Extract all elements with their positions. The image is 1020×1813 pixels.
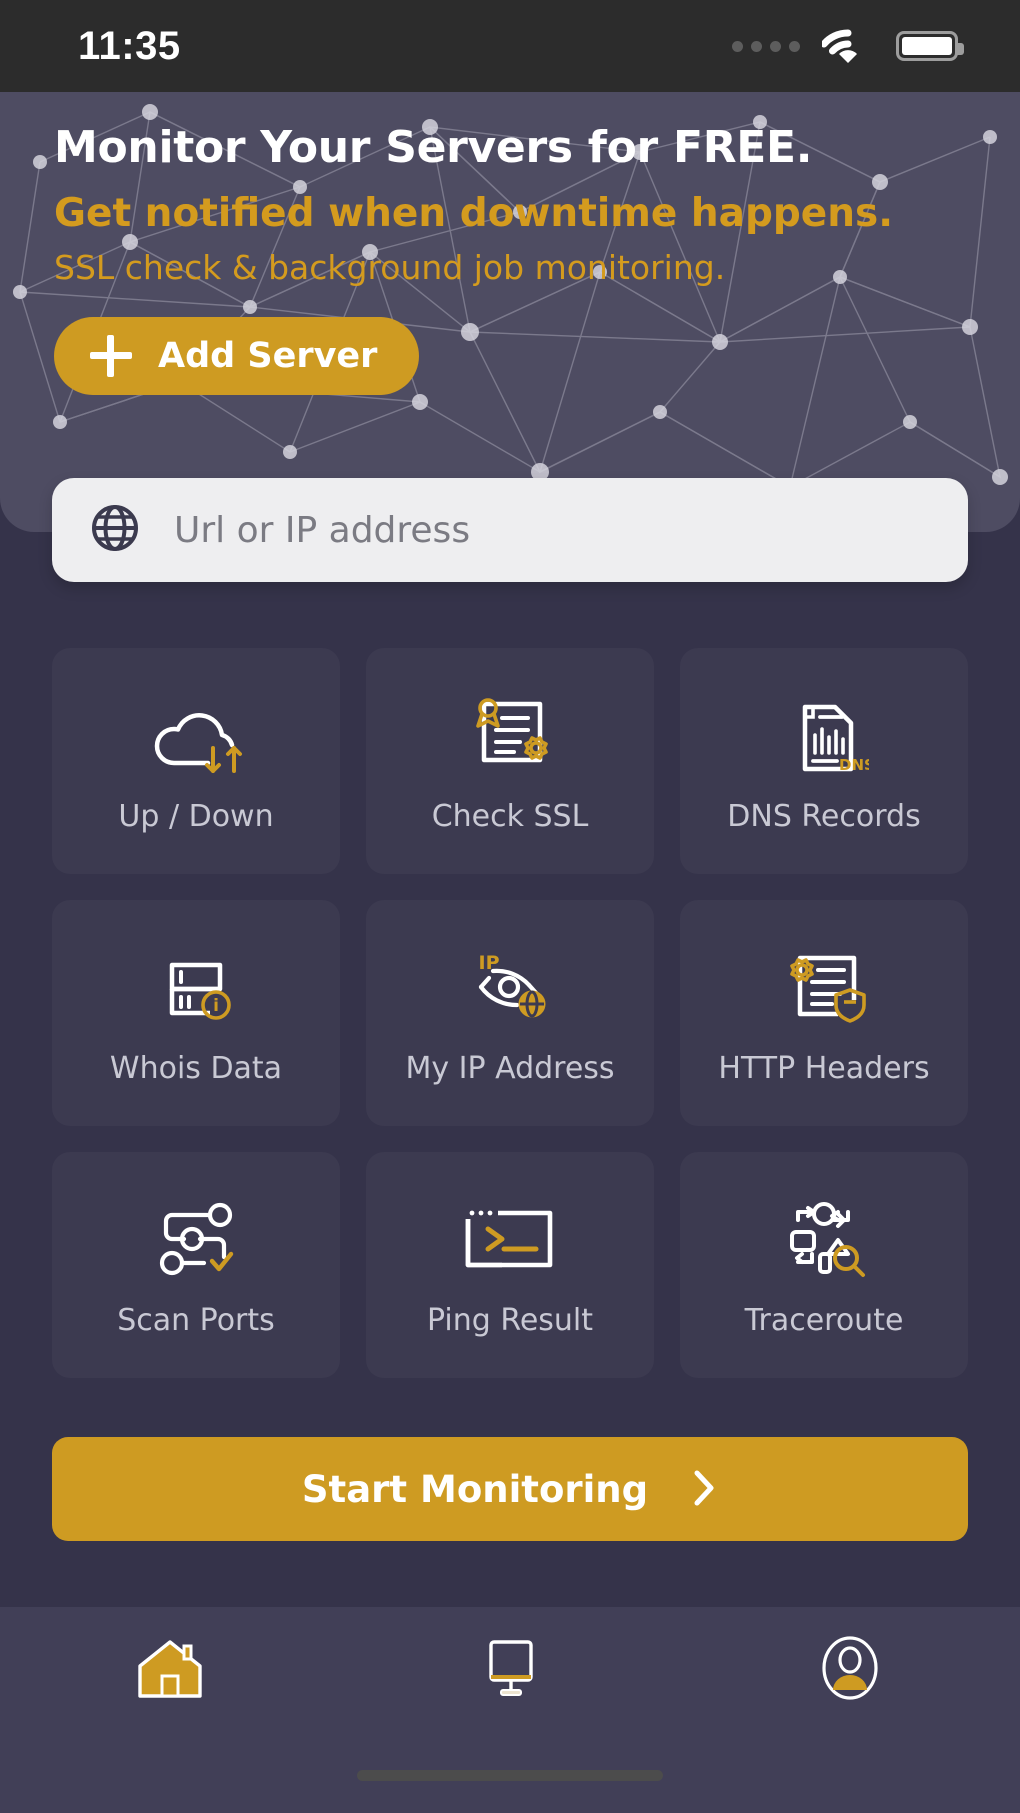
status-bar: 11:35 xyxy=(0,0,1020,92)
cloud-up-down-icon xyxy=(142,689,250,781)
feature-card-whois-data[interactable]: i Whois Data xyxy=(52,900,340,1126)
home-icon xyxy=(134,1634,206,1706)
feature-label: Scan Ports xyxy=(117,1302,275,1338)
feature-card-my-ip-address[interactable]: IP My IP Address xyxy=(366,900,654,1126)
feature-label: Whois Data xyxy=(109,1050,283,1086)
feature-card-check-ssl[interactable]: Check SSL xyxy=(366,648,654,874)
chevron-right-icon xyxy=(692,1468,718,1511)
app-screen: 11:35 Monitor Your Servers for FREE. Get… xyxy=(0,0,1020,1813)
feature-card-dns-records[interactable]: DNS DNS Records xyxy=(680,648,968,874)
document-gear-shield-icon xyxy=(776,941,872,1033)
feature-label: Up / Down xyxy=(118,798,274,834)
feature-label: Check SSL xyxy=(431,798,589,834)
plus-icon xyxy=(90,335,132,377)
nav-item-profile[interactable] xyxy=(680,1607,1020,1733)
start-monitoring-label: Start Monitoring xyxy=(301,1467,649,1511)
monitor-icon xyxy=(475,1634,545,1706)
add-server-button[interactable]: Add Server xyxy=(54,317,420,395)
hero-banner: Monitor Your Servers for FREE. Get notif… xyxy=(0,92,1020,532)
add-server-label: Add Server xyxy=(158,336,378,376)
profile-icon xyxy=(819,1634,881,1706)
battery-full-icon xyxy=(896,31,964,61)
feature-label: HTTP Headers xyxy=(718,1050,930,1086)
feature-card-up-down[interactable]: Up / Down xyxy=(52,648,340,874)
status-clock: 11:35 xyxy=(78,23,181,68)
port-nodes-check-icon xyxy=(146,1193,246,1285)
hero-content: Monitor Your Servers for FREE. Get notif… xyxy=(54,122,990,395)
certificate-gear-icon xyxy=(462,689,558,781)
nav-item-home[interactable] xyxy=(0,1607,340,1733)
server-info-icon: i xyxy=(148,941,244,1033)
feature-card-traceroute[interactable]: Traceroute xyxy=(680,1152,968,1378)
hero-title: Monitor Your Servers for FREE. xyxy=(54,122,813,173)
traceroute-shapes-search-icon xyxy=(774,1193,874,1285)
hero-tagline: SSL check & background job monitoring. xyxy=(54,248,726,287)
dns-badge-text: DNS xyxy=(839,756,869,774)
start-monitoring-button[interactable]: Start Monitoring xyxy=(52,1437,968,1541)
feature-label: My IP Address xyxy=(405,1050,615,1086)
feature-grid: Up / Down Check SSL DN DNS Records i Who… xyxy=(52,648,968,1378)
feature-label: Traceroute xyxy=(744,1302,904,1338)
terminal-prompt-icon xyxy=(456,1193,564,1285)
globe-icon xyxy=(90,503,140,557)
eye-ip-globe-icon: IP xyxy=(459,941,561,1033)
feature-label: Ping Result xyxy=(426,1302,594,1338)
wifi-icon xyxy=(820,25,874,67)
search-input[interactable]: Url or IP address xyxy=(174,510,470,551)
feature-card-scan-ports[interactable]: Scan Ports xyxy=(52,1152,340,1378)
feature-card-http-headers[interactable]: HTTP Headers xyxy=(680,900,968,1126)
nav-item-monitor[interactable] xyxy=(340,1607,680,1733)
svg-text:i: i xyxy=(213,996,219,1016)
bottom-navigation xyxy=(0,1607,1020,1813)
feature-label: DNS Records xyxy=(727,798,921,834)
home-indicator xyxy=(357,1770,663,1781)
feature-card-ping-result[interactable]: Ping Result xyxy=(366,1152,654,1378)
hero-subtitle: Get notified when downtime happens. xyxy=(54,191,894,236)
ip-badge-text: IP xyxy=(479,952,500,974)
signal-dots-icon xyxy=(732,40,800,52)
dns-document-icon: DNS xyxy=(779,689,869,781)
status-indicators xyxy=(732,25,964,67)
search-bar[interactable]: Url or IP address xyxy=(52,478,968,582)
